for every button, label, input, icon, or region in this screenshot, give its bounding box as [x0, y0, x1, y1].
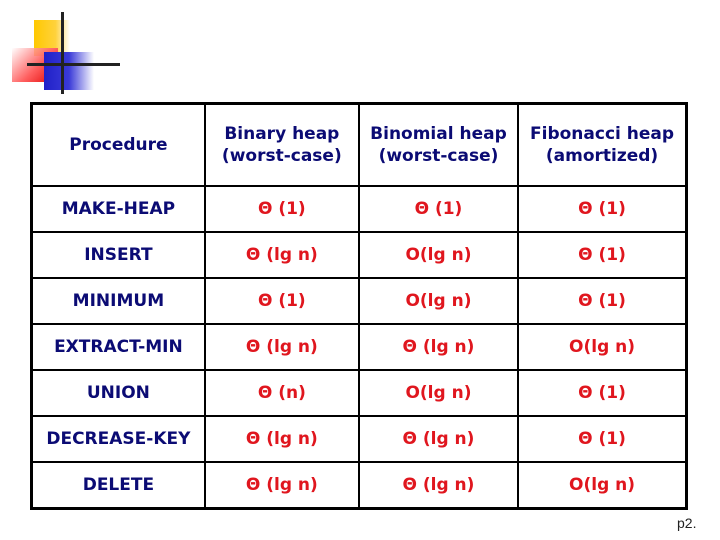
procedure-cell: DELETE — [30, 461, 206, 510]
fibonacci-heap-cell: Θ (1) — [517, 415, 688, 463]
horizontal-line-decoration — [27, 63, 120, 66]
binomial-heap-cell: Θ (1) — [357, 185, 520, 233]
fibonacci-heap-cell: O(lg n) — [517, 323, 688, 371]
binary-heap-cell: Θ (n) — [203, 369, 360, 417]
procedure-cell: MAKE-HEAP — [30, 185, 206, 233]
heap-comparison-table: Procedure Binary heap (worst-case) Binomi… — [30, 102, 688, 510]
fibonacci-heap-cell: Θ (1) — [517, 369, 688, 417]
page-number: p2. — [677, 515, 697, 531]
vertical-line-decoration — [61, 12, 64, 94]
table-row: MINIMUM Θ (1) O(lg n) Θ (1) — [30, 277, 688, 325]
slide-logo-decoration — [0, 0, 120, 100]
procedure-cell: EXTRACT-MIN — [30, 323, 206, 371]
fibonacci-heap-cell: Θ (1) — [517, 185, 688, 233]
binomial-heap-cell: Θ (lg n) — [357, 415, 520, 463]
binomial-heap-cell: Θ (lg n) — [357, 461, 520, 510]
fibonacci-heap-cell: Θ (1) — [517, 277, 688, 325]
procedure-cell: MINIMUM — [30, 277, 206, 325]
table-row: MAKE-HEAP Θ (1) Θ (1) Θ (1) — [30, 185, 688, 233]
fibonacci-heap-cell: Θ (1) — [517, 231, 688, 279]
binary-heap-cell: Θ (1) — [203, 277, 360, 325]
blue-square-decoration — [44, 52, 94, 90]
fibonacci-heap-cell: O(lg n) — [517, 461, 688, 510]
table-row: EXTRACT-MIN Θ (lg n) Θ (lg n) O(lg n) — [30, 323, 688, 371]
binary-heap-cell: Θ (lg n) — [203, 231, 360, 279]
binary-heap-cell: Θ (1) — [203, 185, 360, 233]
header-procedure: Procedure — [30, 102, 206, 187]
binary-heap-cell: Θ (lg n) — [203, 323, 360, 371]
binary-heap-cell: Θ (lg n) — [203, 415, 360, 463]
binomial-heap-cell: O(lg n) — [357, 277, 520, 325]
binary-heap-cell: Θ (lg n) — [203, 461, 360, 510]
table-row: DECREASE-KEY Θ (lg n) Θ (lg n) Θ (1) — [30, 415, 688, 463]
table-row: DELETE Θ (lg n) Θ (lg n) O(lg n) — [30, 461, 688, 510]
procedure-cell: UNION — [30, 369, 206, 417]
table-row: UNION Θ (n) O(lg n) Θ (1) — [30, 369, 688, 417]
procedure-cell: DECREASE-KEY — [30, 415, 206, 463]
binomial-heap-cell: O(lg n) — [357, 231, 520, 279]
table-row: INSERT Θ (lg n) O(lg n) Θ (1) — [30, 231, 688, 279]
binomial-heap-cell: Θ (lg n) — [357, 323, 520, 371]
header-binomial-heap: Binomial heap (worst-case) — [357, 102, 520, 187]
procedure-cell: INSERT — [30, 231, 206, 279]
header-binary-heap: Binary heap (worst-case) — [203, 102, 360, 187]
header-row: Procedure Binary heap (worst-case) Binomi… — [30, 102, 688, 187]
header-fibonacci-heap: Fibonacci heap (amortized) — [517, 102, 688, 187]
binomial-heap-cell: O(lg n) — [357, 369, 520, 417]
